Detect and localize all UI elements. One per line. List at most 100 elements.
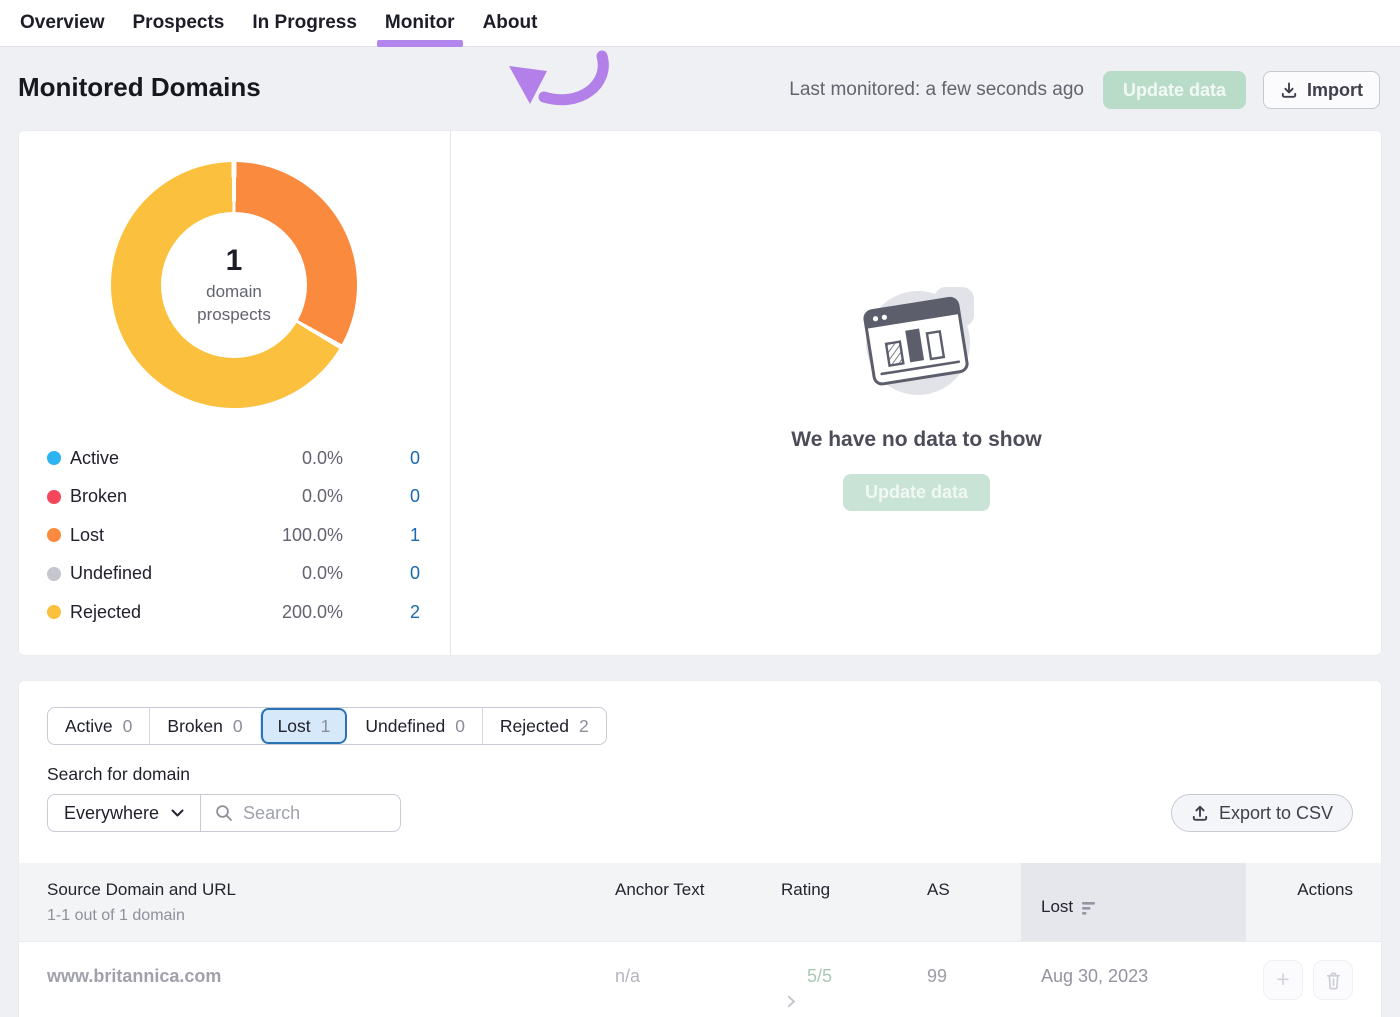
filter-tab-label: Rejected (500, 716, 569, 737)
filter-tab-count: 0 (455, 716, 465, 737)
search-for-domain-label: Search for domain (47, 764, 190, 785)
import-button-label: Import (1307, 80, 1363, 101)
filter-tab-count: 0 (233, 716, 243, 737)
filter-tab-active[interactable]: Active 0 (48, 708, 149, 744)
legend-percent: 200.0% (243, 602, 343, 623)
download-icon (1280, 81, 1298, 99)
column-anchor-text: Anchor Text (615, 863, 781, 941)
nav-item-prospects[interactable]: Prospects (131, 0, 227, 47)
export-button-label: Export to CSV (1219, 803, 1333, 824)
sort-desc-icon (1082, 902, 1097, 916)
chevron-right-icon[interactable] (787, 995, 796, 1008)
legend-count-link[interactable]: 0 (343, 563, 420, 584)
search-input[interactable] (243, 803, 373, 824)
no-data-illustration (842, 279, 992, 406)
empty-state-title: We have no data to show (791, 428, 1041, 452)
filter-tab-broken[interactable]: Broken 0 (149, 708, 259, 744)
monitored-domains-page: Overview Prospects In Progress Monitor A… (0, 0, 1400, 1017)
page-title: Monitored Domains (18, 72, 261, 103)
column-actions: Actions (1246, 863, 1353, 941)
legend-dot-lost (47, 528, 61, 542)
filter-tab-label: Undefined (365, 716, 445, 737)
trash-icon (1325, 971, 1342, 990)
filter-tab-label: Lost (278, 716, 311, 737)
status-filter-group: Active 0 Broken 0 Lost 1 Undefined 0 Rej… (47, 707, 607, 745)
nav-item-overview[interactable]: Overview (18, 0, 107, 47)
delete-button[interactable] (1313, 960, 1353, 1000)
legend-percent: 100.0% (243, 525, 343, 546)
legend-label: Rejected (70, 602, 243, 623)
empty-state-pane: We have no data to show Update data (450, 131, 1383, 657)
chart-legend: Active 0.0% 0 Broken 0.0% 0 Lost 100.0% … (47, 439, 420, 632)
legend-dot-undefined (47, 567, 61, 581)
filter-tab-undefined[interactable]: Undefined 0 (347, 708, 482, 744)
table-row: www.britannica.com n/a 5/5 99 Aug 30, 20… (19, 941, 1381, 1017)
legend-count-link[interactable]: 0 (343, 486, 420, 507)
filter-tab-count: 2 (579, 716, 589, 737)
filter-tab-count: 1 (321, 716, 331, 737)
upload-icon (1191, 804, 1209, 822)
table-summary: 1-1 out of 1 domain (47, 907, 615, 925)
donut-center-value: 1 (226, 244, 243, 277)
row-domain-link[interactable]: www.britannica.com (47, 942, 615, 1017)
header-actions: Last monitored: a few seconds ago Update… (789, 71, 1380, 109)
search-icon (215, 804, 233, 822)
plus-icon: + (1276, 968, 1289, 991)
column-rating: Rating (781, 863, 927, 941)
filter-tab-rejected[interactable]: Rejected 2 (482, 708, 606, 744)
legend-percent: 0.0% (243, 448, 343, 469)
last-monitored-text: Last monitored: a few seconds ago (789, 79, 1084, 101)
legend-percent: 0.0% (243, 486, 343, 507)
add-button[interactable]: + (1263, 960, 1303, 1000)
search-scope-select[interactable]: Everywhere (47, 794, 201, 832)
nav-item-in-progress[interactable]: In Progress (250, 0, 359, 47)
legend-count-link[interactable]: 0 (343, 448, 420, 469)
domains-table-card: Active 0 Broken 0 Lost 1 Undefined 0 Rej… (18, 680, 1382, 1017)
purple-arrow (500, 46, 615, 118)
column-as: AS (927, 863, 1021, 941)
overview-card: 1 domain prospects Active 0.0% 0 Broken … (18, 130, 1382, 656)
column-lost-sorted[interactable]: Lost (1021, 863, 1246, 941)
legend-item-lost: Lost 100.0% 1 (47, 516, 420, 555)
row-rating-value: 5/5 (807, 966, 832, 987)
table-header: Source Domain and URL 1-1 out of 1 domai… (19, 863, 1381, 941)
row-lost-date: Aug 30, 2023 (1021, 942, 1246, 1017)
row-authority-score: 99 (927, 942, 1021, 1017)
filter-tab-label: Broken (167, 716, 222, 737)
legend-percent: 0.0% (243, 563, 343, 584)
legend-label: Undefined (70, 563, 243, 584)
update-data-button[interactable]: Update data (1103, 71, 1246, 109)
search-input-box (201, 794, 401, 832)
search-controls: Everywhere (47, 794, 401, 832)
legend-label: Lost (70, 525, 243, 546)
legend-dot-rejected (47, 605, 61, 619)
legend-item-rejected: Rejected 200.0% 2 (47, 593, 420, 632)
legend-label: Active (70, 448, 243, 469)
legend-item-active: Active 0.0% 0 (47, 439, 420, 478)
donut-center-label: domain prospects (184, 281, 284, 327)
filter-tab-lost[interactable]: Lost 1 (260, 708, 348, 744)
top-nav: Overview Prospects In Progress Monitor A… (0, 0, 1400, 47)
import-button[interactable]: Import (1263, 71, 1380, 109)
legend-item-broken: Broken 0.0% 0 (47, 478, 420, 517)
chevron-down-icon (171, 809, 184, 818)
donut-center: 1 domain prospects (161, 212, 307, 358)
legend-count-link[interactable]: 2 (343, 602, 420, 623)
donut-chart: 1 domain prospects (111, 162, 357, 408)
search-scope-value: Everywhere (64, 803, 159, 824)
column-source-domain: Source Domain and URL 1-1 out of 1 domai… (47, 863, 615, 941)
legend-label: Broken (70, 486, 243, 507)
filter-tab-count: 0 (123, 716, 133, 737)
nav-item-monitor[interactable]: Monitor (383, 0, 457, 47)
legend-item-undefined: Undefined 0.0% 0 (47, 555, 420, 594)
row-actions: + (1246, 942, 1353, 1017)
legend-dot-active (47, 451, 61, 465)
legend-dot-broken (47, 490, 61, 504)
filter-tab-label: Active (65, 716, 113, 737)
row-anchor-text: n/a (615, 942, 781, 1017)
export-to-csv-button[interactable]: Export to CSV (1171, 794, 1353, 832)
empty-update-data-button[interactable]: Update data (843, 474, 990, 511)
nav-item-about[interactable]: About (481, 0, 540, 47)
row-rating-cell: 5/5 (781, 942, 927, 1017)
legend-count-link[interactable]: 1 (343, 525, 420, 546)
